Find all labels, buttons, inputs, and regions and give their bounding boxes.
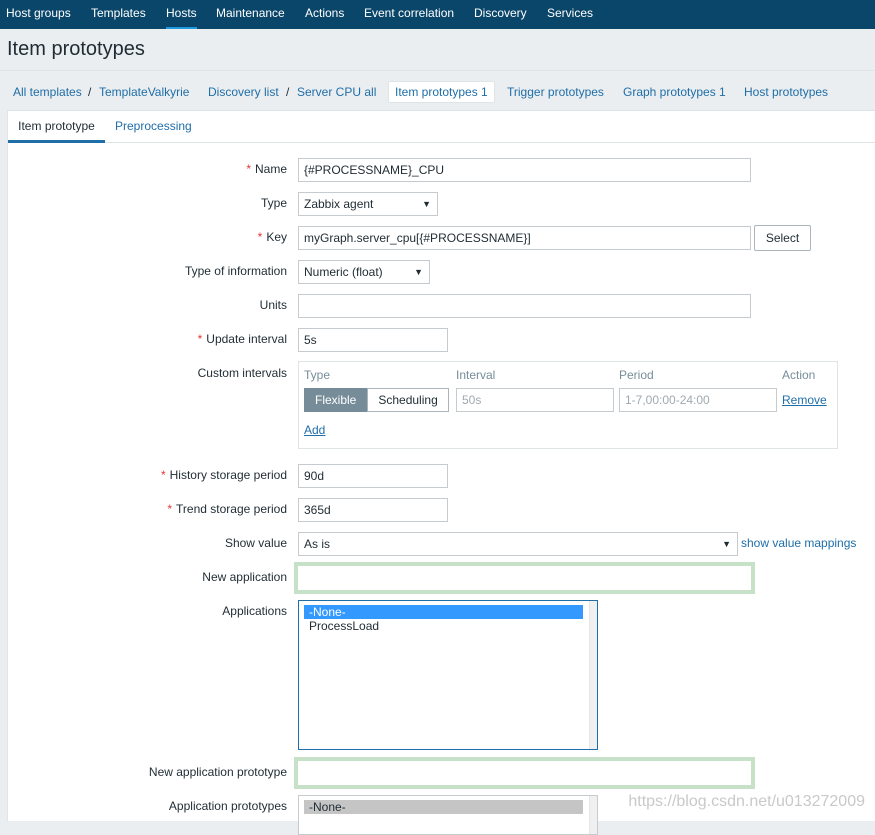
custom-intervals-table: Type Interval Period Action Flexible Sch… <box>298 361 838 449</box>
application-prototypes-label: Application prototypes <box>168 799 287 813</box>
breadcrumb-all-templates[interactable]: All templates <box>13 85 82 99</box>
trend-storage-period-label-text: Trend storage period <box>176 502 287 516</box>
form-tabs: Item prototype Preprocessing <box>8 111 875 143</box>
breadcrumb: All templates / TemplateValkyrie Discove… <box>0 70 875 110</box>
applications-option-processload[interactable]: ProcessLoad <box>304 619 583 633</box>
type-of-information-label: Type of information <box>184 264 287 278</box>
history-storage-period-label: * History storage period <box>161 468 287 482</box>
key-label-text: Key <box>266 230 287 244</box>
custom-intervals-col-type: Type <box>304 368 331 382</box>
tab-item-prototype[interactable]: Item prototype <box>8 111 105 143</box>
type-select[interactable]: Zabbix agent ▼ <box>298 192 438 216</box>
tab-preprocessing[interactable]: Preprocessing <box>115 111 192 143</box>
type-of-information-select[interactable]: Numeric (float) ▼ <box>298 260 430 284</box>
breadcrumb-host-prototypes[interactable]: Host prototypes <box>744 85 828 99</box>
update-interval-label: * Update interval <box>198 332 287 346</box>
name-label-text: Name <box>254 162 287 176</box>
applications-label: Applications <box>222 604 287 618</box>
period-input[interactable]: 1-7,00:00-24:00 <box>619 388 777 412</box>
key-label: * Key <box>258 230 287 244</box>
application-prototypes-scrollbar[interactable] <box>589 796 597 834</box>
interval-input[interactable]: 50s <box>456 388 614 412</box>
required-mark: * <box>257 230 263 244</box>
watermark: https://blog.csdn.net/u013272009 <box>628 793 865 810</box>
dropdown-arrow-icon: ▼ <box>722 539 731 549</box>
show-value-mappings-link[interactable]: show value mappings <box>741 536 856 550</box>
nav-maintenance[interactable]: Maintenance <box>216 0 285 29</box>
interval-type-flexible[interactable]: Flexible <box>304 388 368 412</box>
new-application-input[interactable] <box>294 562 755 594</box>
breadcrumb-trigger-prototypes[interactable]: Trigger prototypes <box>507 85 604 99</box>
custom-intervals-col-action: Action <box>782 368 816 382</box>
breadcrumb-template[interactable]: TemplateValkyrie <box>99 85 189 99</box>
trend-storage-period-input[interactable]: 365d <box>298 498 448 522</box>
units-label: Units <box>259 298 287 312</box>
breadcrumb-graph-prototypes[interactable]: Graph prototypes 1 <box>623 85 726 99</box>
top-navigation: Host groups Templates Hosts Maintenance … <box>0 0 875 29</box>
breadcrumb-discovery-list[interactable]: Discovery list <box>208 85 279 99</box>
key-input[interactable]: myGraph.server_cpu[{#PROCESSNAME}] <box>298 226 751 250</box>
nav-hosts[interactable]: Hosts <box>166 0 197 29</box>
nav-host-groups[interactable]: Host groups <box>6 0 71 29</box>
dropdown-arrow-icon: ▼ <box>422 199 431 209</box>
nav-services[interactable]: Services <box>547 0 593 29</box>
custom-intervals-col-period: Period <box>619 368 654 382</box>
name-label: * Name <box>246 162 287 176</box>
required-mark: * <box>197 332 203 346</box>
type-of-information-value: Numeric (float) <box>304 265 383 279</box>
update-interval-label-text: Update interval <box>206 332 287 346</box>
new-application-prototype-label: New application prototype <box>148 765 287 779</box>
show-value-label: Show value <box>224 536 287 550</box>
nav-discovery[interactable]: Discovery <box>474 0 527 29</box>
breadcrumb-item-prototypes[interactable]: Item prototypes 1 <box>388 81 495 103</box>
nav-templates[interactable]: Templates <box>91 0 146 29</box>
application-prototypes-listbox[interactable]: -None- <box>298 795 598 835</box>
show-value-value: As is <box>304 537 331 551</box>
required-mark: * <box>167 502 173 516</box>
nav-event-correlation[interactable]: Event correlation <box>364 0 454 29</box>
type-select-value: Zabbix agent <box>304 197 374 211</box>
interval-type-scheduling[interactable]: Scheduling <box>367 388 449 412</box>
custom-intervals-label: Custom intervals <box>197 366 287 380</box>
custom-intervals-col-interval: Interval <box>456 368 496 382</box>
breadcrumb-separator: / <box>88 85 92 99</box>
required-mark: * <box>246 162 251 176</box>
applications-listbox[interactable]: -None- ProcessLoad <box>298 600 598 750</box>
page-title: Item prototypes <box>7 38 145 60</box>
breadcrumb-separator: / <box>286 85 290 99</box>
interval-type-toggle: Flexible Scheduling <box>304 388 449 412</box>
new-application-prototype-input[interactable] <box>294 757 755 789</box>
update-interval-input[interactable]: 5s <box>298 328 448 352</box>
type-label: Type <box>260 196 287 210</box>
item-prototype-form: Item prototype Preprocessing * Name {#PRO… <box>7 110 875 835</box>
breadcrumb-discovery-rule[interactable]: Server CPU all <box>297 85 376 99</box>
add-interval-link[interactable]: Add <box>304 423 325 437</box>
history-storage-period-label-text: History storage period <box>169 468 287 482</box>
required-mark: * <box>160 468 166 482</box>
units-input[interactable] <box>298 294 751 318</box>
nav-actions[interactable]: Actions <box>305 0 344 29</box>
show-value-select[interactable]: As is ▼ <box>298 532 738 556</box>
trend-storage-period-label: * Trend storage period <box>167 502 287 516</box>
applications-scrollbar[interactable] <box>589 601 597 749</box>
application-prototypes-option-none[interactable]: -None- <box>304 800 583 814</box>
dropdown-arrow-icon: ▼ <box>414 267 423 277</box>
name-input[interactable]: {#PROCESSNAME}_CPU <box>298 158 751 182</box>
key-select-button[interactable]: Select <box>754 225 811 251</box>
history-storage-period-input[interactable]: 90d <box>298 464 448 488</box>
remove-interval-link[interactable]: Remove <box>782 393 827 407</box>
new-application-label: New application <box>202 570 287 584</box>
applications-option-none[interactable]: -None- <box>304 605 583 619</box>
